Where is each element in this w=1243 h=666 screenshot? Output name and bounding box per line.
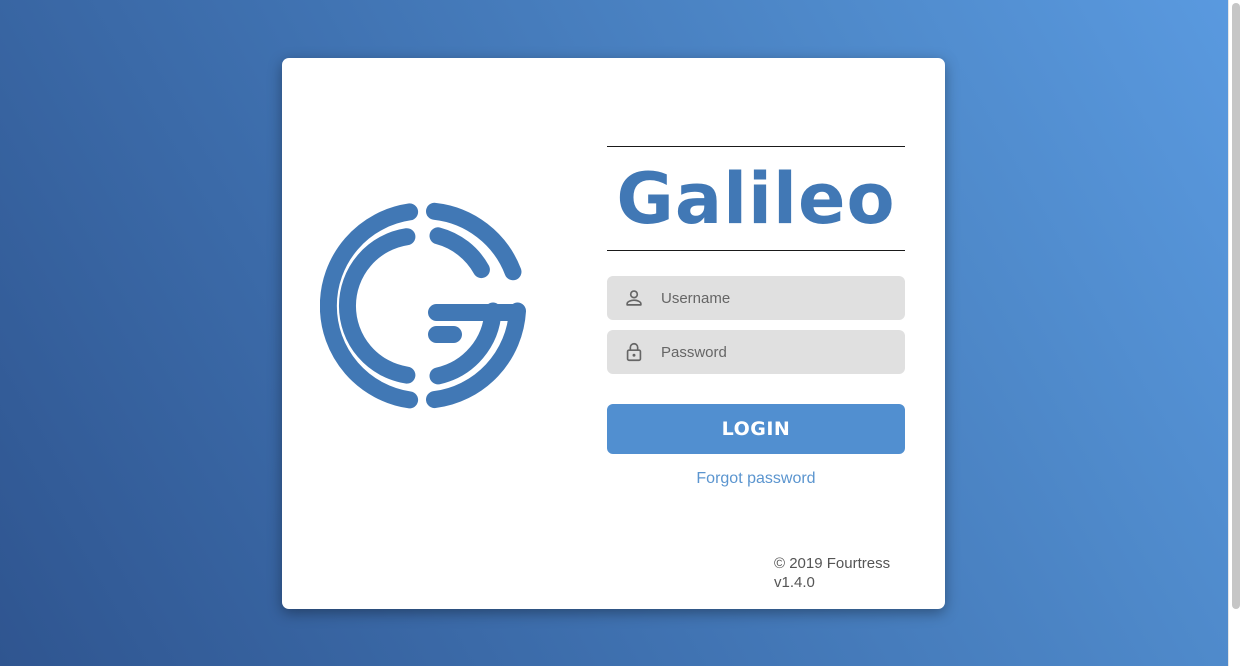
lock-icon [626, 342, 642, 362]
login-button[interactable]: LOGIN [607, 404, 905, 454]
password-field[interactable] [607, 330, 905, 374]
login-card: Galileo LOGIN Forgot password © 2019 Fou… [282, 58, 945, 609]
page-scrollbar[interactable] [1228, 0, 1243, 666]
title-divider-bottom [607, 250, 905, 251]
user-icon [626, 290, 642, 306]
scrollbar-thumb[interactable] [1232, 3, 1240, 609]
title-divider-top [607, 146, 905, 147]
galileo-logo-icon [320, 202, 526, 409]
copyright-text: © 2019 Fourtress [774, 555, 891, 572]
app-title: Galileo [616, 158, 896, 240]
password-input[interactable] [661, 330, 891, 374]
forgot-password-link[interactable]: Forgot password [607, 468, 905, 490]
version-text: v1.4.0 [774, 574, 815, 591]
username-field[interactable] [607, 276, 905, 320]
username-input[interactable] [661, 276, 891, 320]
footer: © 2019 Fourtress v1.4.0 [774, 554, 914, 592]
